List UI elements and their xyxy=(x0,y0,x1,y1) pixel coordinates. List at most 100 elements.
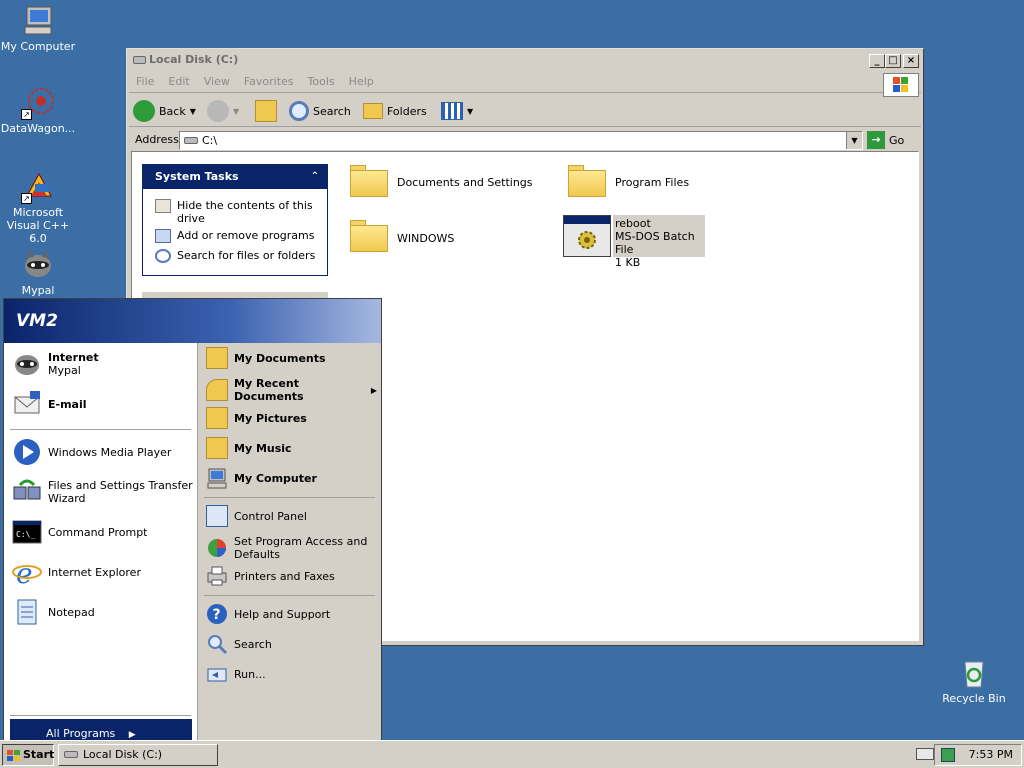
maximize-button[interactable]: □ xyxy=(885,54,901,68)
start-item-email[interactable]: E-mail xyxy=(12,389,87,419)
forward-arrow-icon xyxy=(207,100,229,122)
start-item-my-recent-documents[interactable]: My Recent Documents ▶ xyxy=(206,377,377,403)
desktop-icon-mypal[interactable]: Mypal xyxy=(0,248,78,297)
my-pictures-icon xyxy=(206,407,228,429)
start-item-internet-explorer[interactable]: e Internet Explorer xyxy=(12,557,141,590)
keyboard-tray-icon[interactable] xyxy=(916,748,934,760)
network-tray-icon[interactable] xyxy=(941,748,955,762)
start-item-search[interactable]: Search xyxy=(206,633,272,655)
item-documents-and-settings[interactable]: Documents and Settings xyxy=(397,176,533,189)
desktop-icon-visual-cpp[interactable]: ↗ Microsoft Visual C++ 6.0 xyxy=(0,170,78,245)
task-add-remove-programs[interactable]: Add or remove programs xyxy=(143,229,327,243)
separator xyxy=(10,429,191,430)
svg-text:?: ? xyxy=(213,607,221,623)
menu-tools[interactable]: Tools xyxy=(301,71,342,93)
menu-edit[interactable]: Edit xyxy=(161,71,196,93)
batch-file-icon xyxy=(563,215,611,257)
svg-text:C:\_: C:\_ xyxy=(16,530,35,539)
go-button[interactable]: → Go xyxy=(867,131,904,149)
menu-view[interactable]: View xyxy=(197,71,237,93)
system-tasks-header[interactable]: System Tasks ⌃ xyxy=(143,165,327,189)
start-item-label: Files and Settings Transfer Wizard xyxy=(48,479,193,505)
desktop-icon-my-computer[interactable]: My Computer xyxy=(0,4,78,53)
start-item-my-documents[interactable]: My Documents xyxy=(206,347,326,369)
recent-documents-icon xyxy=(206,379,228,401)
add-remove-programs-icon xyxy=(155,229,171,243)
up-folder-button[interactable] xyxy=(255,99,277,123)
start-item-run[interactable]: Run... xyxy=(206,663,266,685)
start-item-label: Run... xyxy=(234,667,266,681)
start-item-label: Search xyxy=(234,637,272,651)
start-item-my-pictures[interactable]: My Pictures xyxy=(206,407,307,429)
task-search-files[interactable]: Search for files or folders xyxy=(143,249,327,263)
datawagon-icon: ↗ xyxy=(21,86,55,120)
start-item-files-settings-transfer[interactable]: Files and Settings Transfer Wizard xyxy=(12,477,197,507)
chevron-down-icon: ▼ xyxy=(189,106,196,116)
window-titlebar[interactable]: Local Disk (C:) _ □ × xyxy=(129,51,921,69)
views-icon xyxy=(441,102,463,120)
folder-icon[interactable] xyxy=(350,165,388,197)
separator xyxy=(204,497,375,498)
windows-media-player-icon xyxy=(12,437,42,467)
desktop-icon-datawagon[interactable]: ↗ DataWagon... xyxy=(0,86,78,135)
clock[interactable]: 7:53 PM xyxy=(969,748,1013,761)
start-item-my-music[interactable]: My Music xyxy=(206,437,292,459)
go-label: Go xyxy=(889,133,905,147)
internet-explorer-icon: e xyxy=(12,557,42,590)
start-item-control-panel[interactable]: Control Panel xyxy=(206,505,307,527)
item-reboot-batch-file[interactable]: reboot MS-DOS Batch File 1 KB xyxy=(563,215,705,269)
menu-favorites[interactable]: Favorites xyxy=(237,71,301,93)
back-button[interactable]: Back ▼ xyxy=(133,99,196,123)
task-hide-contents[interactable]: Hide the contents of this drive xyxy=(143,199,327,225)
task-label: Search for files or folders xyxy=(177,249,316,262)
my-computer-icon xyxy=(206,467,228,489)
start-item-windows-media-player[interactable]: Windows Media Player xyxy=(12,437,171,467)
item-program-files[interactable]: Program Files xyxy=(615,176,689,189)
search-button[interactable]: Search xyxy=(289,99,351,123)
forward-button[interactable]: ▼ xyxy=(207,99,239,123)
desktop-icon-label: Recycle Bin xyxy=(942,692,1006,705)
desktop-icon-recycle-bin[interactable]: Recycle Bin xyxy=(934,656,1014,705)
folder-icon[interactable] xyxy=(568,165,606,197)
views-button[interactable]: ▼ xyxy=(441,99,473,123)
start-item-printers-faxes[interactable]: Printers and Faxes xyxy=(206,565,335,587)
address-input[interactable]: C:\ ▼ xyxy=(179,131,863,150)
folder-icon[interactable] xyxy=(350,220,388,252)
search-icon xyxy=(155,249,171,263)
visual-cpp-icon: ↗ xyxy=(21,170,55,204)
svg-text:e: e xyxy=(16,557,33,587)
transfer-wizard-icon xyxy=(12,477,42,507)
start-item-label: My Recent Documents xyxy=(234,377,304,403)
back-label: Back xyxy=(159,104,186,118)
start-label: Start xyxy=(23,748,55,761)
start-item-set-program-access[interactable]: Set Program Access and Defaults xyxy=(206,535,381,561)
drive-icon xyxy=(184,137,198,144)
email-icon xyxy=(12,389,42,419)
start-item-notepad[interactable]: Notepad xyxy=(12,597,95,627)
start-item-my-computer[interactable]: My Computer xyxy=(206,467,317,489)
desktop-icon-label: DataWagon... xyxy=(0,122,76,135)
start-item-label: My Documents xyxy=(234,351,326,365)
batch-file-type: MS-DOS Batch File xyxy=(615,230,695,256)
close-button[interactable]: × xyxy=(903,54,919,68)
start-item-label: My Pictures xyxy=(234,411,307,425)
start-menu-left-pane: Internet Mypal E-mail Windows Media Playe… xyxy=(4,343,197,749)
menu-help[interactable]: Help xyxy=(342,71,381,93)
taskbar-window-local-disk[interactable]: Local Disk (C:) xyxy=(58,744,218,766)
item-windows[interactable]: WINDOWS xyxy=(397,232,454,245)
address-dropdown-icon[interactable]: ▼ xyxy=(846,132,862,149)
start-item-help-support[interactable]: ? Help and Support xyxy=(206,603,330,625)
start-item-title: E-mail xyxy=(48,397,87,411)
collapse-chevron-icon[interactable]: ⌃ xyxy=(311,165,319,189)
drive-icon xyxy=(133,56,146,64)
start-item-internet[interactable]: Internet Mypal xyxy=(12,349,99,379)
shortcut-arrow-icon: ↗ xyxy=(21,109,32,120)
start-item-command-prompt[interactable]: C:\_ Command Prompt xyxy=(12,517,148,547)
folders-button[interactable]: Folders xyxy=(363,99,427,123)
minimize-button[interactable]: _ xyxy=(869,54,885,68)
menu-file[interactable]: File xyxy=(129,71,161,93)
start-item-label: Notepad xyxy=(48,605,95,619)
address-label: Address xyxy=(135,133,179,146)
start-button[interactable]: Start xyxy=(2,744,54,766)
folders-label: Folders xyxy=(387,104,427,118)
